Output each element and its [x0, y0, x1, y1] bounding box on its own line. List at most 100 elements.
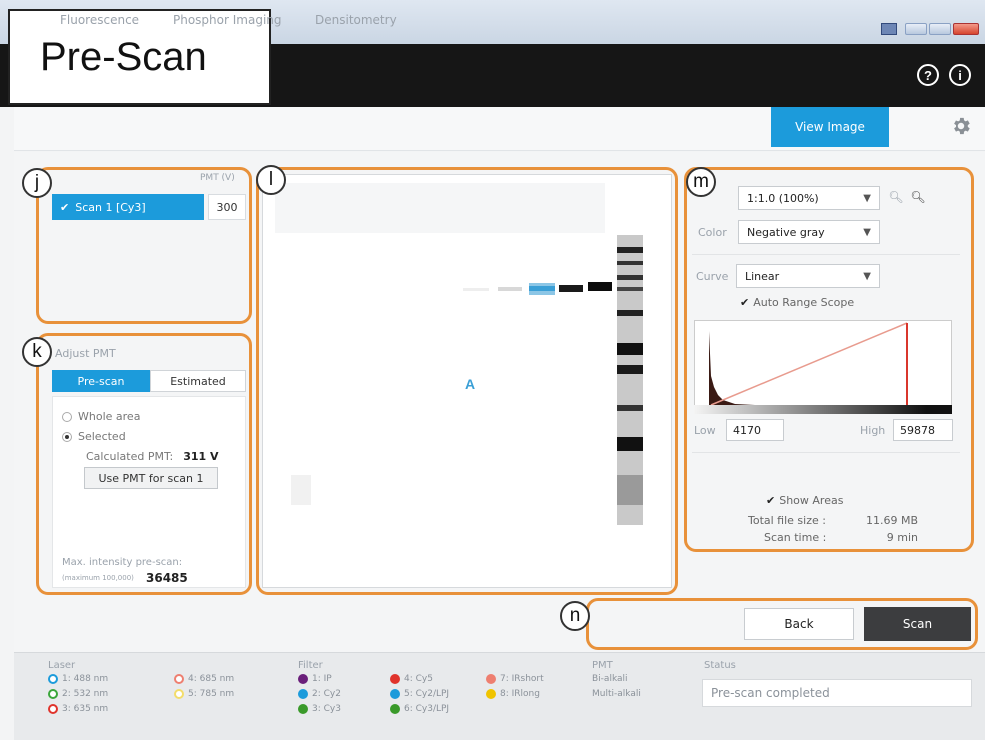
- check-icon: ✔: [766, 494, 776, 507]
- max-intensity-value: 36485: [146, 571, 188, 585]
- file-size-label: Total file size :: [748, 514, 826, 527]
- pre-scan-screen: ? i Pre-Scan Fluorescence Phosphor Imagi…: [0, 0, 985, 740]
- zoom-select[interactable]: 1:1.0 (100%) ▼: [738, 186, 880, 210]
- view-image-button[interactable]: View Image: [771, 107, 889, 147]
- filter-dot-icon: [298, 689, 308, 699]
- curve-value: Linear: [745, 269, 780, 283]
- header-actions: ? i: [917, 64, 971, 86]
- filter-item: 4: Cy5: [390, 674, 433, 684]
- filter-dot-icon: [298, 674, 308, 684]
- laser-ring-icon: [48, 674, 58, 684]
- selected-label: Selected: [78, 430, 126, 443]
- pmt-type: Bi-alkali: [592, 674, 628, 684]
- scan-time-label: Scan time :: [764, 531, 827, 544]
- histogram-plot: [709, 322, 908, 406]
- filter-label: 8: IRlong: [500, 689, 540, 699]
- window-controls: [881, 23, 979, 35]
- chevron-down-icon: ▼: [863, 193, 871, 204]
- show-areas-checkbox[interactable]: ✔ Show Areas: [766, 494, 843, 507]
- laser-header: Laser: [48, 660, 76, 671]
- filter-dot-icon: [390, 674, 400, 684]
- tab-phosphor-imaging[interactable]: Phosphor Imaging: [173, 13, 282, 27]
- pmt-header: PMT: [592, 660, 613, 671]
- info-icon[interactable]: i: [949, 64, 971, 86]
- filter-label: 4: Cy5: [404, 674, 433, 684]
- laser-item: 3: 635 nm: [48, 704, 108, 714]
- scan-preview[interactable]: A: [262, 174, 672, 588]
- filter-item: 5: Cy2/LPJ: [390, 689, 449, 699]
- laser-label: 2: 532 nm: [62, 689, 109, 699]
- zoom-in-icon[interactable]: 🔍︎: [908, 187, 928, 207]
- pmt-column-header: PMT (V): [200, 173, 235, 183]
- divider: [692, 452, 960, 453]
- gear-icon[interactable]: [950, 115, 972, 137]
- laser-ring-icon: [48, 689, 58, 699]
- max-intensity-label: Max. intensity pre-scan:: [62, 557, 183, 568]
- filter-label: 3: Cy3: [312, 704, 341, 714]
- low-label: Low: [694, 424, 716, 437]
- callout-l: l: [256, 165, 286, 195]
- back-button[interactable]: Back: [744, 608, 854, 640]
- check-icon: ✔: [60, 200, 70, 214]
- scan-item-label: Scan 1 [Cy3]: [75, 200, 146, 214]
- pmt-value-field[interactable]: 300: [208, 194, 246, 220]
- whole-area-option[interactable]: Whole area: [62, 410, 140, 423]
- tab-estimated[interactable]: Estimated: [150, 370, 246, 392]
- filter-label: 6: Cy3/LPJ: [404, 704, 450, 714]
- filter-header: Filter: [298, 660, 323, 671]
- show-areas-label: Show Areas: [779, 494, 844, 507]
- file-size-value: 11.69 MB: [865, 514, 918, 527]
- radio-selected[interactable]: [62, 431, 72, 442]
- color-select[interactable]: Negative gray ▼: [738, 220, 880, 244]
- filter-item: 2: Cy2: [298, 689, 341, 699]
- laser-item: 2: 532 nm: [48, 689, 108, 699]
- auto-range-checkbox[interactable]: ✔ Auto Range Scope: [740, 296, 854, 309]
- zoom-out-icon[interactable]: 🔍︎: [886, 187, 906, 207]
- pmt-type: Multi-alkali: [592, 689, 641, 699]
- intensity-gradient-bar: [694, 405, 952, 414]
- title-label: Pre-Scan: [40, 34, 207, 79]
- high-label: High: [860, 424, 886, 437]
- laser-label: 4: 685 nm: [188, 674, 235, 684]
- whole-area-label: Whole area: [78, 410, 141, 423]
- filter-dot-icon: [486, 689, 496, 699]
- adjust-pmt-label: Adjust PMT: [55, 347, 116, 360]
- laser-ring-icon: [174, 689, 184, 699]
- selected-option[interactable]: Selected: [62, 430, 126, 443]
- callout-n: n: [560, 601, 590, 631]
- radio-unselected[interactable]: [62, 411, 72, 422]
- auto-range-label: Auto Range Scope: [753, 296, 855, 309]
- minimize-button[interactable]: [905, 23, 927, 35]
- callout-k: k: [22, 337, 52, 367]
- preview-marker: A: [465, 376, 475, 392]
- curve-select[interactable]: Linear ▼: [736, 264, 880, 288]
- high-value-field[interactable]: 59878: [893, 419, 953, 441]
- color-label: Color: [698, 226, 727, 239]
- status-field: Pre-scan completed: [702, 679, 972, 707]
- tab-densitometry[interactable]: Densitometry: [315, 13, 397, 27]
- tab-fluorescence[interactable]: Fluorescence: [60, 13, 139, 27]
- filter-item: 1: IP: [298, 674, 332, 684]
- filter-item: 8: IRlong: [486, 689, 540, 699]
- histogram[interactable]: [694, 320, 952, 414]
- laser-item: 1: 488 nm: [48, 674, 108, 684]
- help-icon[interactable]: ?: [917, 64, 939, 86]
- status-header: Status: [704, 660, 736, 671]
- laser-ring-icon: [48, 704, 58, 714]
- filter-item: 7: IRshort: [486, 674, 544, 684]
- restore-button[interactable]: [929, 23, 951, 35]
- monitor-icon[interactable]: [881, 23, 897, 35]
- close-button[interactable]: [953, 23, 979, 35]
- use-pmt-button[interactable]: Use PMT for scan 1: [84, 467, 218, 489]
- filter-label: 2: Cy2: [312, 689, 341, 699]
- callout-j: j: [22, 168, 52, 198]
- scan-button[interactable]: Scan: [864, 607, 971, 641]
- scan-time-value: 9 min: [886, 531, 918, 544]
- filter-dot-icon: [390, 704, 400, 714]
- gel-image: A: [263, 175, 671, 587]
- calculated-pmt-row: Calculated PMT: 311 V: [86, 450, 219, 463]
- scan-list-item[interactable]: ✔ Scan 1 [Cy3]: [52, 194, 204, 220]
- filter-label: 1: IP: [312, 674, 332, 684]
- tab-pre-scan[interactable]: Pre-scan: [52, 370, 150, 392]
- low-value-field[interactable]: 4170: [726, 419, 784, 441]
